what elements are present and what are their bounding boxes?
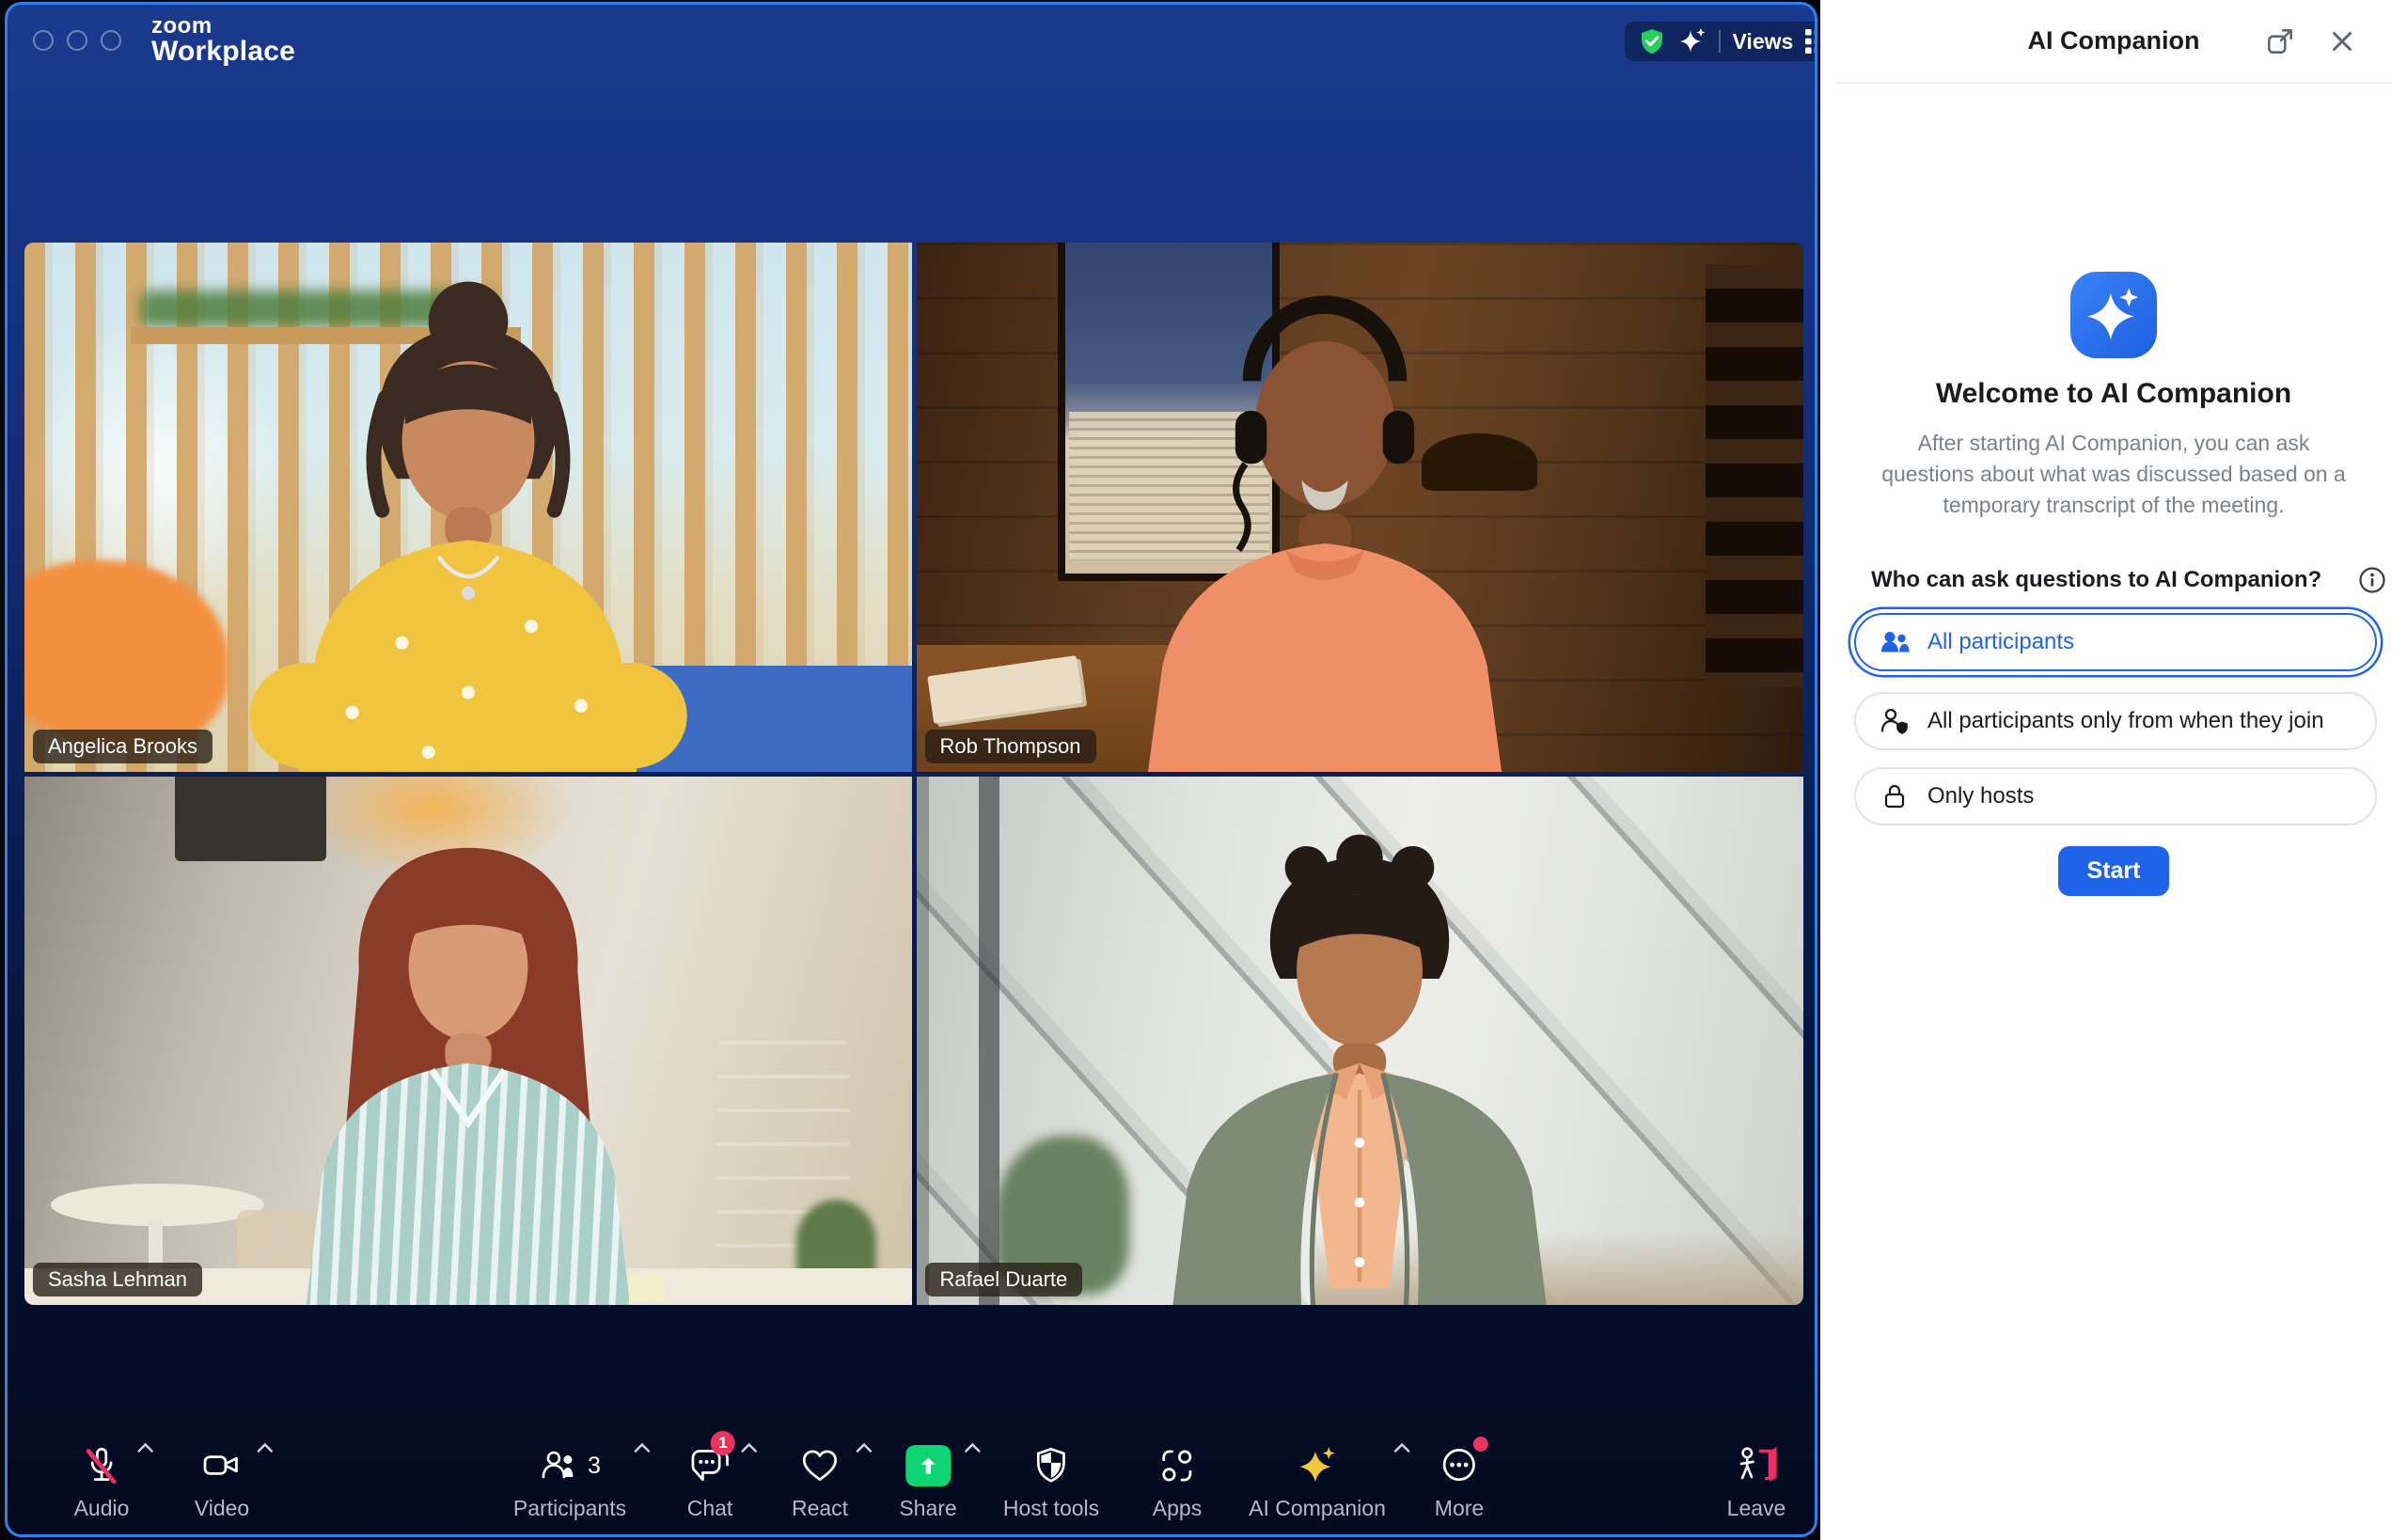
participants-icon: [1881, 632, 1910, 652]
host-tools-icon: [1037, 1447, 1065, 1483]
more-notification-dot: [1473, 1436, 1488, 1452]
chat-caret[interactable]: [740, 1442, 757, 1454]
option-label: Only hosts: [1927, 783, 2035, 809]
more-button[interactable]: More: [1434, 1436, 1488, 1521]
window-zoom-button[interactable]: [101, 30, 121, 51]
background-scene: [1706, 263, 1803, 687]
heart-icon: [802, 1450, 838, 1481]
ai-companion-label: AI Companion: [1249, 1496, 1386, 1520]
panel-header-divider: [1835, 82, 2392, 84]
audio-button[interactable]: Audio: [73, 1440, 153, 1521]
participants-label: Participants: [512, 1496, 627, 1520]
option-label: All participants: [1927, 629, 2075, 654]
participants-caret[interactable]: [634, 1442, 651, 1454]
react-label: React: [791, 1496, 849, 1520]
window-minimize-button[interactable]: [67, 30, 87, 51]
participant-video-rafael: [1172, 834, 1547, 1305]
video-label: Video: [194, 1496, 250, 1520]
meeting-topbar-controls: Views: [1625, 22, 1817, 61]
sparkle-icon: [2087, 288, 2139, 340]
ai-companion-icon: [1299, 1447, 1335, 1483]
shield-check-icon[interactable]: [1638, 27, 1666, 55]
participant-name-tag: Sasha Lehman: [33, 1263, 202, 1296]
react-button[interactable]: React: [791, 1440, 873, 1521]
option-label: All participants only from when they joi…: [1927, 708, 2324, 733]
sparkle-icon[interactable]: [1678, 27, 1707, 55]
start-button[interactable]: Start: [2058, 846, 2169, 896]
topbar-divider: [1719, 30, 1721, 53]
apps-icon: [1162, 1450, 1192, 1482]
chat-button[interactable]: 1 Chat: [686, 1430, 757, 1521]
participant-name-tag: Angelica Brooks: [33, 729, 212, 763]
share-icon: [905, 1445, 951, 1486]
option-participants-from-join[interactable]: All participants only from when they joi…: [1854, 692, 2377, 750]
participant-name: Rob Thompson: [939, 733, 1081, 758]
participant-name: Sasha Lehman: [48, 1267, 187, 1291]
participant-name-tag: Rob Thompson: [924, 729, 1096, 763]
meeting-window: zoom Workplace Views Angelica Brooks Rob…: [5, 2, 1817, 1537]
chat-unread-badge: 1: [711, 1430, 735, 1455]
ai-companion-button[interactable]: AI Companion: [1249, 1440, 1410, 1521]
audio-label: Audio: [73, 1496, 130, 1520]
ai-companion-panel: AI Companion Welcome to AI Companion Aft…: [1820, 0, 2407, 1540]
close-icon[interactable]: [2326, 25, 2358, 57]
host-tools-label: Host tools: [1002, 1496, 1100, 1520]
video-tile-angelica-brooks[interactable]: Angelica Brooks: [24, 243, 912, 772]
ai-companion-caret[interactable]: [1393, 1442, 1410, 1454]
meeting-toolbar: Audio Video 3 Participants 1 Chat React …: [8, 1429, 1815, 1534]
participants-icon: [542, 1451, 574, 1479]
more-label: More: [1434, 1496, 1485, 1520]
logo-brand-text: zoom: [151, 13, 212, 39]
share-label: Share: [899, 1496, 957, 1520]
participant-name: Rafael Duarte: [939, 1267, 1068, 1291]
video-gallery: Angelica Brooks Rob Thompson Sasha Lehma…: [24, 243, 1803, 1305]
participant-video-rob: [1147, 295, 1502, 772]
lock-icon: [1884, 784, 1905, 809]
option-all-participants[interactable]: All participants: [1854, 613, 2377, 671]
ask-permission-options: All participants All participants only f…: [1854, 613, 2377, 842]
video-tile-rob-thompson[interactable]: Rob Thompson: [916, 243, 1803, 772]
welcome-body: After starting AI Companion, you can ask…: [1881, 431, 2346, 517]
window-close-button[interactable]: [33, 30, 54, 51]
welcome-heading: Welcome to AI Companion: [1935, 378, 2292, 409]
participant-video-angelica: [249, 281, 687, 772]
audio-caret[interactable]: [136, 1442, 153, 1454]
video-tile-sasha-lehman[interactable]: Sasha Lehman: [24, 776, 912, 1305]
zoom-workplace-logo: zoom Workplace: [151, 13, 295, 68]
panel-title: AI Companion: [2027, 26, 2200, 55]
apps-label: Apps: [1152, 1496, 1203, 1520]
chat-label: Chat: [686, 1496, 733, 1520]
participants-button[interactable]: 3 Participants: [512, 1440, 651, 1521]
leave-button[interactable]: Leave: [1727, 1440, 1786, 1521]
panel-header: AI Companion: [1820, 0, 2407, 83]
apps-button[interactable]: Apps: [1153, 1440, 1202, 1521]
info-icon[interactable]: [2358, 566, 2386, 594]
share-caret[interactable]: [965, 1442, 982, 1454]
leave-label: Leave: [1726, 1496, 1786, 1520]
share-button[interactable]: Share: [899, 1440, 981, 1521]
video-caret[interactable]: [257, 1442, 274, 1454]
grid-icon[interactable]: [1805, 29, 1817, 54]
video-button[interactable]: Video: [194, 1440, 274, 1521]
leave-icon: [1740, 1447, 1777, 1482]
video-tile-rafael-duarte[interactable]: Rafael Duarte: [916, 776, 1803, 1305]
option-only-hosts[interactable]: Only hosts: [1854, 767, 2377, 825]
react-caret[interactable]: [856, 1442, 873, 1454]
question-label: Who can ask questions to AI Companion?: [1871, 567, 2322, 592]
host-tools-button[interactable]: Host tools: [1003, 1440, 1099, 1521]
participant-name-tag: Rafael Duarte: [924, 1263, 1083, 1296]
participant-name: Angelica Brooks: [48, 733, 197, 758]
ai-companion-app-icon: [2070, 272, 2157, 358]
popout-icon[interactable]: [2264, 25, 2296, 57]
participant-video-sasha: [306, 848, 630, 1305]
camera-icon: [203, 1455, 239, 1475]
background-scene: [916, 776, 929, 1305]
mic-off-icon: [87, 1447, 117, 1485]
person-shield-icon: [1880, 708, 1908, 734]
participants-count: 3: [588, 1452, 601, 1479]
views-button-label[interactable]: Views: [1733, 29, 1794, 55]
logo-product-text: Workplace: [151, 36, 295, 68]
